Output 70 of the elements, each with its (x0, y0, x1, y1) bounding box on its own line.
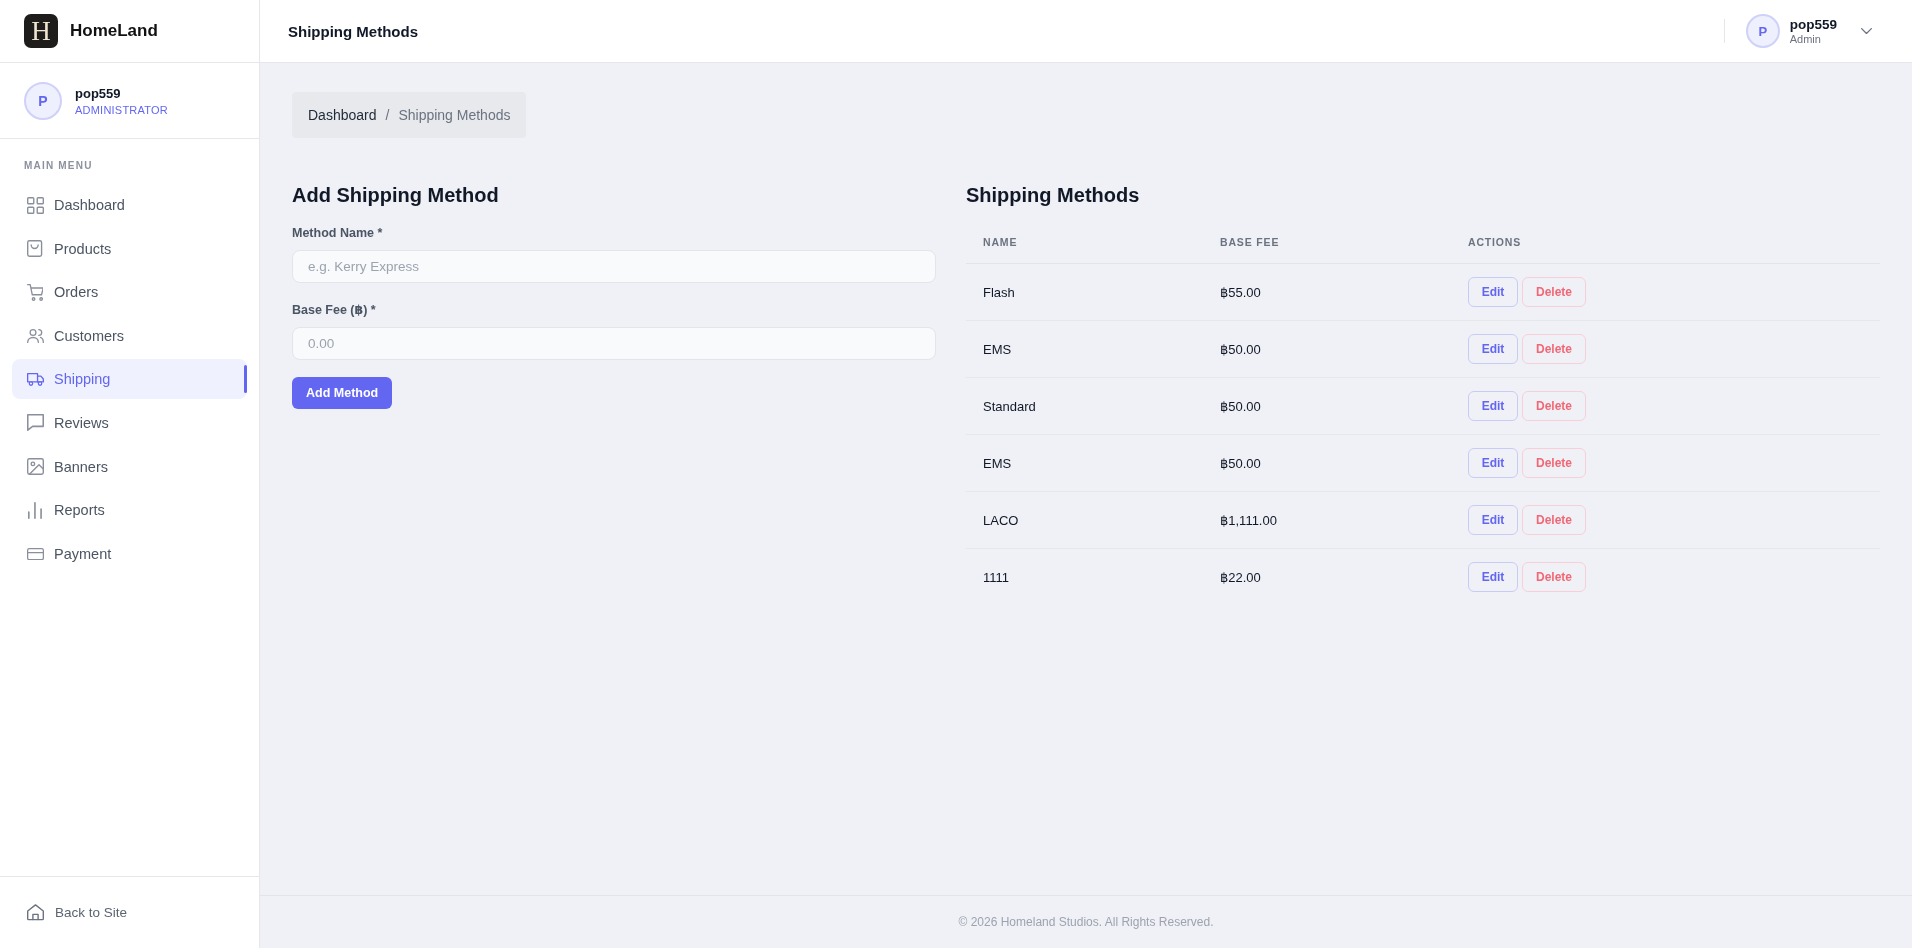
user-name: pop559 (75, 85, 122, 101)
brand-logo: H (24, 14, 58, 48)
edit-button[interactable]: Edit (1468, 334, 1518, 364)
back-to-site-link[interactable]: Back to Site (27, 904, 128, 921)
form-title: Add Shipping Method (292, 183, 499, 207)
breadcrumb-link[interactable]: Dashboard (308, 107, 377, 123)
edit-button[interactable]: Edit (1468, 391, 1518, 421)
table-cell: ฿50.00 (1220, 341, 1261, 357)
breadcrumb-current: Shipping Methods (398, 107, 511, 123)
sidebar-item[interactable]: Shipping (12, 359, 247, 400)
bag-icon (27, 240, 43, 258)
submit-button[interactable]: Add Method (292, 377, 393, 409)
user-avatar: P (1745, 14, 1780, 48)
edit-button[interactable]: Edit (1468, 505, 1518, 535)
table-cell: Standard (983, 398, 1036, 414)
sidebar-item[interactable]: Reviews (12, 402, 247, 443)
table-cell: 1111 (983, 569, 1010, 585)
sidebar-item[interactable]: Orders (12, 272, 247, 313)
breadcrumb-separator: / (385, 107, 390, 123)
delete-button[interactable]: Delete (1522, 448, 1586, 478)
sidebar-item[interactable]: Customers (12, 315, 247, 356)
active-indicator (244, 365, 247, 394)
users-icon (26, 328, 44, 343)
table-cell: Flash (983, 284, 1015, 300)
user-role: Admin (1789, 33, 1822, 45)
sidebar-item[interactable]: Dashboard (12, 185, 247, 225)
menu-section-label: MAIN MENU (24, 160, 94, 171)
table-cell: EMS (983, 455, 1012, 471)
delete-button[interactable]: Delete (1522, 505, 1586, 535)
edit-button[interactable]: Edit (1468, 448, 1518, 478)
edit-button[interactable]: Edit (1468, 277, 1518, 307)
sidebar-item[interactable]: Reports (12, 490, 247, 531)
table-cell: ฿55.00 (1220, 284, 1261, 300)
truck-icon (26, 372, 44, 386)
grid-icon (26, 196, 44, 214)
column-header: NAME (983, 236, 1018, 248)
brand-name: HomeLand (70, 21, 158, 41)
user-avatar: P (24, 81, 62, 120)
credit-card-icon (26, 547, 44, 560)
column-header: BASE FEE (1220, 236, 1280, 248)
table-title: Shipping Methods (966, 183, 1141, 207)
sidebar-item[interactable]: Banners (12, 446, 247, 487)
column-header: ACTIONS (1468, 236, 1522, 248)
chat-bubble-icon (26, 414, 44, 432)
field-label: Method Name * (292, 225, 383, 241)
table-cell: EMS (983, 341, 1012, 357)
chevron-down-icon[interactable] (1861, 27, 1872, 35)
table-cell: ฿50.00 (1220, 398, 1261, 414)
page-title: Shipping Methods (288, 22, 418, 40)
sidebar-item[interactable]: Payment (12, 533, 247, 574)
sidebar-item[interactable]: Products (12, 228, 247, 269)
table-cell: LACO (983, 512, 1019, 528)
delete-button[interactable]: Delete (1522, 334, 1586, 364)
user-role: ADMINISTRATOR (75, 103, 168, 116)
input-field[interactable]: 0.00 (292, 327, 936, 360)
edit-button[interactable]: Edit (1468, 562, 1518, 592)
table-cell: ฿1,111.00 (1220, 512, 1277, 528)
table-cell: ฿22.00 (1220, 569, 1261, 585)
table-cell: ฿50.00 (1220, 455, 1261, 471)
delete-button[interactable]: Delete (1522, 562, 1586, 592)
user-name: pop559 (1789, 17, 1837, 32)
house-icon (27, 904, 44, 921)
image-icon (26, 458, 44, 476)
delete-button[interactable]: Delete (1522, 277, 1586, 307)
delete-button[interactable]: Delete (1522, 391, 1586, 421)
field-label: Base Fee (฿) * (292, 302, 376, 318)
input-field[interactable]: e.g. Kerry Express (292, 250, 936, 283)
bar-chart-icon (28, 501, 42, 519)
cart-icon (26, 283, 44, 301)
footer-text: © 2026 Homeland Studios. All Rights Reserved. (958, 915, 1214, 929)
